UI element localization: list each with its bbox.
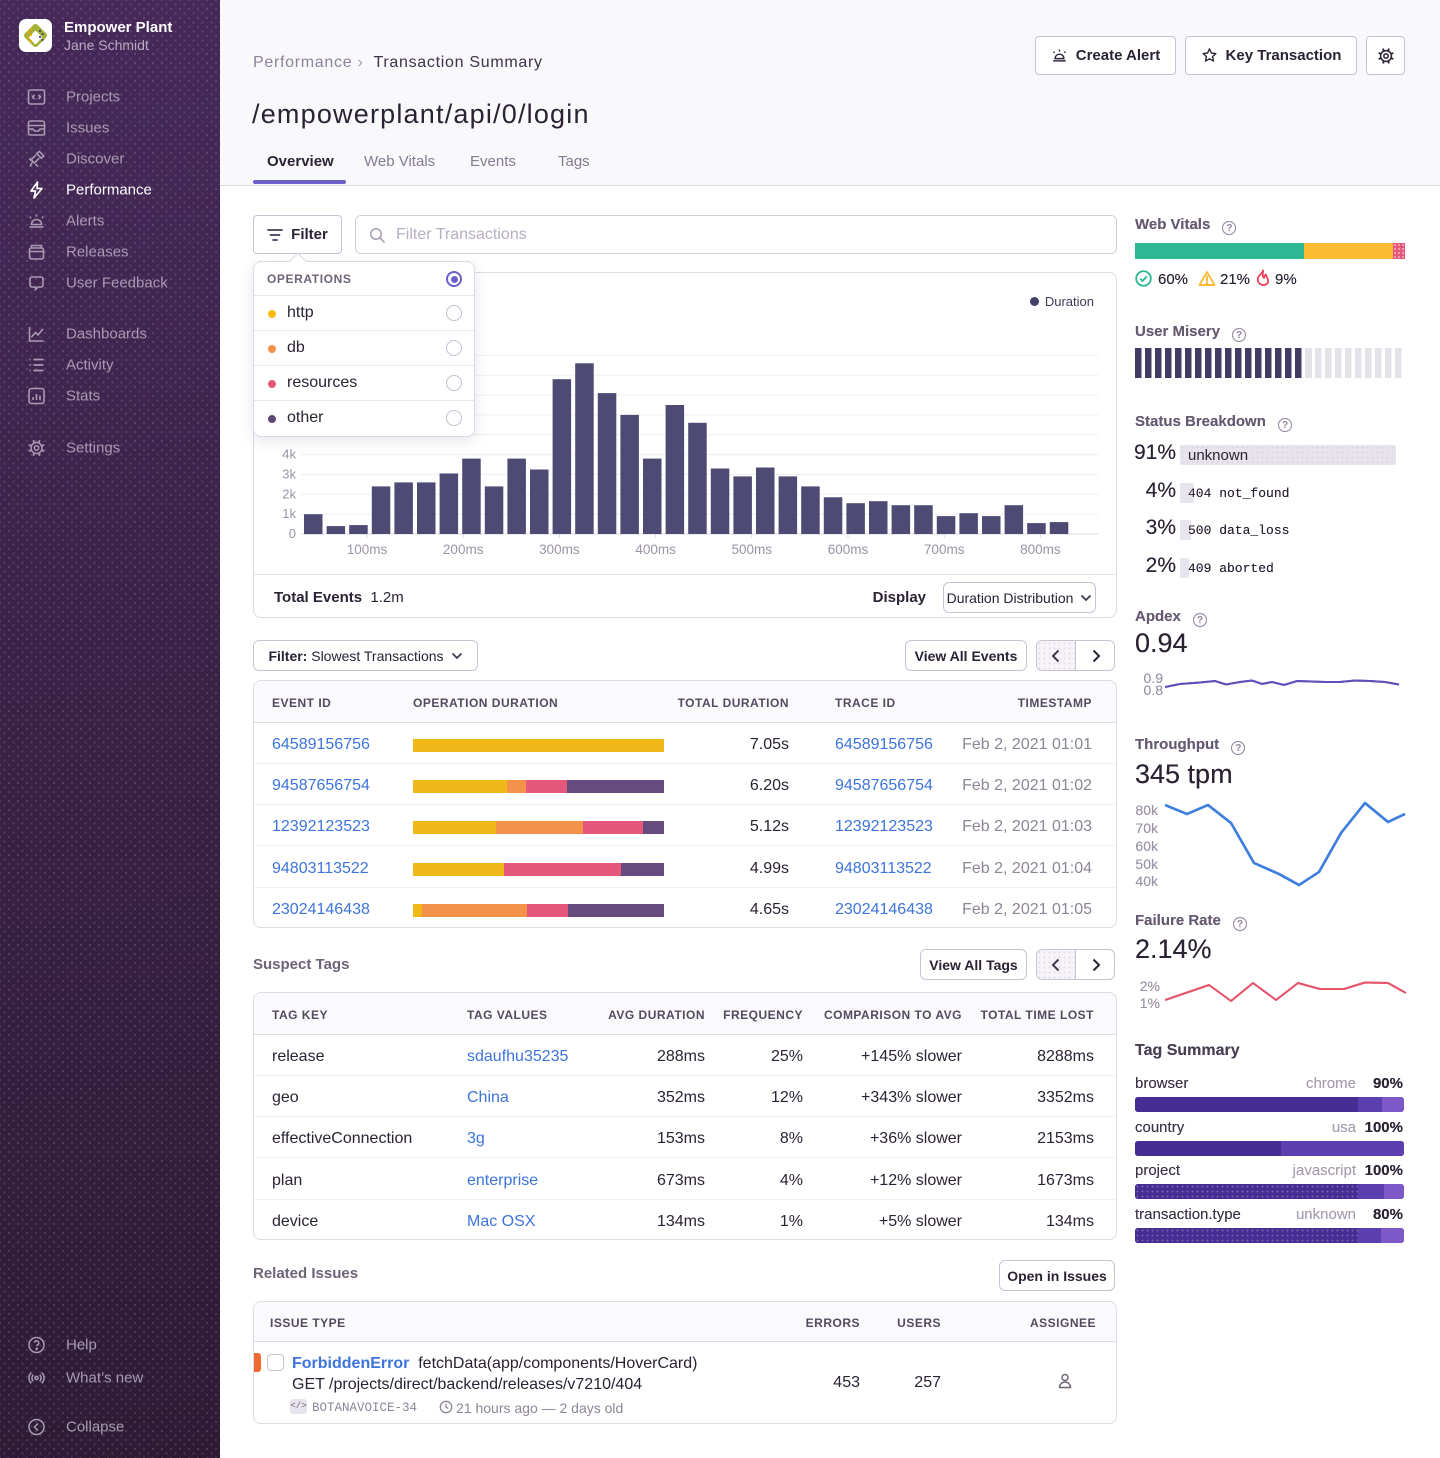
svg-text:1k: 1k xyxy=(282,506,296,521)
svg-text:0: 0 xyxy=(289,526,296,541)
svg-text:600ms: 600ms xyxy=(828,542,869,557)
svg-text:400ms: 400ms xyxy=(635,542,676,557)
svg-text:2k: 2k xyxy=(282,486,296,501)
svg-text:4k: 4k xyxy=(282,447,296,462)
svg-text:300ms: 300ms xyxy=(539,542,580,557)
svg-text:100ms: 100ms xyxy=(347,542,388,557)
svg-text:500ms: 500ms xyxy=(732,542,773,557)
svg-text:800ms: 800ms xyxy=(1020,542,1061,557)
svg-text:700ms: 700ms xyxy=(924,542,965,557)
svg-text:200ms: 200ms xyxy=(443,542,484,557)
svg-text:3k: 3k xyxy=(282,466,296,481)
